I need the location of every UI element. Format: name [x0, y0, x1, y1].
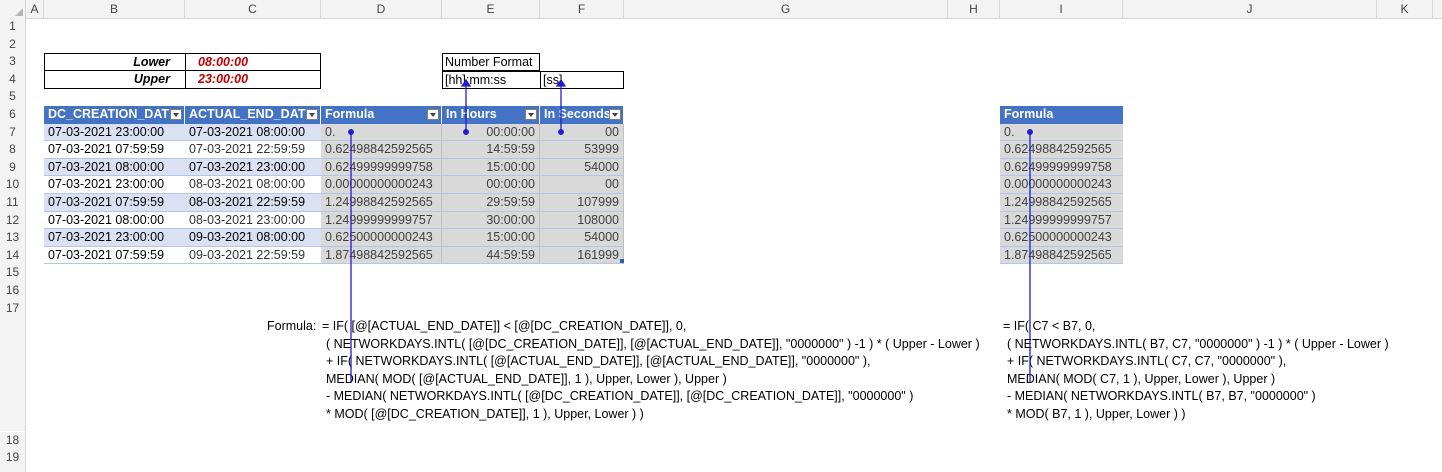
arrow-dot-formula-col — [1027, 129, 1033, 135]
arrow-dot-hours — [463, 129, 469, 135]
annotation-arrows — [348, 78, 1033, 383]
arrow-head-hours — [460, 78, 472, 87]
arrow-head-seconds — [555, 78, 567, 87]
arrow-dot-formula — [348, 129, 354, 135]
arrow-dot-seconds — [558, 129, 564, 135]
